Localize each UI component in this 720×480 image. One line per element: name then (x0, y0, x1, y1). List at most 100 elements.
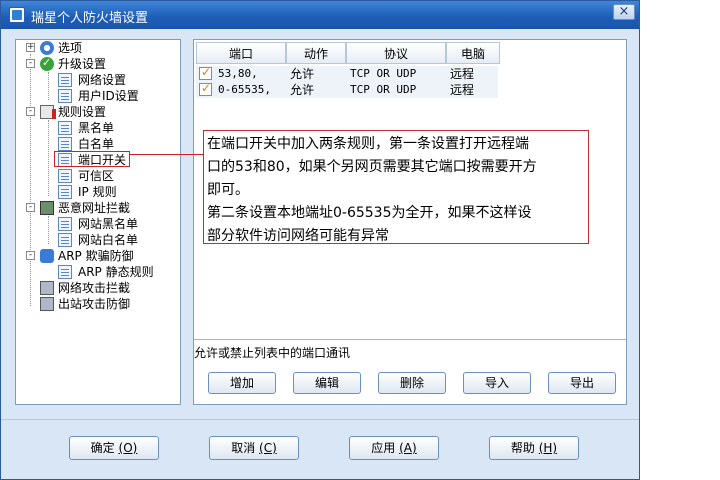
apply-button[interactable]: 应用 (A) (349, 436, 439, 460)
cell-action: 允许 (290, 83, 315, 97)
collapse-minus-icon[interactable]: - (26, 59, 35, 68)
tree-item-malicious-url-block[interactable]: - 恶意网址拦截 (20, 200, 170, 216)
cell-protocol: TCP OR UDP (350, 83, 417, 96)
monitor-icon (40, 201, 54, 215)
page-icon (58, 137, 72, 151)
import-button[interactable]: 导入 (463, 372, 531, 394)
annotation-line: 部分软件访问网络可能有异常 (207, 228, 389, 244)
title-bar[interactable]: 瑞星个人防火墙设置 × (1, 1, 639, 29)
annotation-line: 即可。 (207, 182, 249, 198)
help-accelerator: (H) (538, 441, 558, 455)
footer-separator (1, 419, 639, 420)
tree-item-rule-settings[interactable]: - 规则设置 (20, 104, 170, 120)
row-checkbox[interactable] (199, 65, 212, 80)
network-computer-icon (40, 281, 54, 295)
tree-item-label: 可信区 (78, 169, 115, 183)
tree-item-options[interactable]: + 选项 (20, 40, 170, 56)
arp-icon (40, 249, 54, 263)
page-icon (58, 233, 72, 247)
collapse-minus-icon[interactable]: - (26, 107, 35, 116)
close-button[interactable]: × (613, 4, 635, 20)
cell-computer: 远程 (450, 83, 475, 97)
list-description: 允许或禁止列表中的端口通讯 (194, 346, 351, 360)
annotation-note: 在端口开关中加入两条规则，第一条设置打开远程端 口的53和80，如果个另网页需要… (203, 130, 589, 244)
tree-item-network-attack-block[interactable]: 网络攻击拦截 (20, 280, 170, 296)
page-icon (58, 265, 72, 279)
tree-item-label: 白名单 (78, 137, 115, 151)
tree-item-label: 网站黑名单 (78, 217, 139, 231)
export-button[interactable]: 导出 (548, 372, 616, 394)
page-icon (58, 217, 72, 231)
collapse-minus-icon[interactable]: - (26, 251, 35, 260)
tree-item-trusted-zone[interactable]: 可信区 (20, 168, 170, 184)
tree-item-label: 出站攻击防御 (58, 297, 131, 311)
page-icon (58, 89, 72, 103)
tree-item-label: ARP 静态规则 (78, 265, 154, 279)
annotation-line: 第二条设置本地端址0-65535为全开，如果不这样设 (207, 205, 532, 221)
callout-connector (130, 154, 203, 155)
column-header-computer[interactable]: 电脑 (446, 42, 500, 64)
cell-protocol: TCP OR UDP (350, 67, 417, 80)
tree-item-label: 选项 (58, 41, 83, 55)
add-button[interactable]: 增加 (208, 372, 276, 394)
apply-label: 应用 (371, 441, 396, 455)
tree-item-label: 黑名单 (78, 121, 115, 135)
cancel-button[interactable]: 取消 (C) (209, 436, 299, 460)
page-icon (58, 73, 72, 87)
settings-tree: + 选项 - 升级设置 网络设置 用户ID设置 - 规则设置 黑名单 白名 (15, 39, 181, 405)
tree-item-label: 用户ID设置 (78, 89, 139, 103)
page-icon (58, 121, 72, 135)
help-button[interactable]: 帮助 (H) (489, 436, 579, 460)
tree-item-upgrade-settings[interactable]: - 升级设置 (20, 55, 170, 72)
tree-item-user-id-settings[interactable]: 用户ID设置 (20, 88, 170, 104)
port-switch-highlight (54, 151, 130, 167)
column-header-protocol[interactable]: 协议 (346, 42, 446, 64)
help-label: 帮助 (510, 441, 535, 455)
upgrade-check-icon (40, 55, 54, 71)
rule-icon (40, 105, 56, 119)
network-computer-icon (40, 297, 54, 311)
ok-label: 确定 (90, 441, 115, 455)
cancel-label: 取消 (231, 441, 256, 455)
ok-button[interactable]: 确定 (O) (69, 436, 159, 460)
cell-port: 0-65535, (218, 83, 271, 96)
tree-item-whitelist[interactable]: 白名单 (20, 136, 170, 152)
annotation-line: 口的53和80，如果个另网页需要其它端口按需要开方 (207, 159, 537, 175)
tree-item-label: 升级设置 (58, 57, 107, 71)
row-checkbox[interactable] (199, 81, 212, 96)
tree-item-ip-rules[interactable]: IP 规则 (20, 184, 170, 200)
column-header-action[interactable]: 动作 (286, 42, 346, 64)
tree-item-label: 网络设置 (78, 73, 127, 87)
column-header-port[interactable]: 端口 (196, 42, 286, 64)
tree-item-label: 规则设置 (58, 105, 107, 119)
tree-item-label: ARP 欺骗防御 (58, 249, 134, 263)
annotation-line: 在端口开关中加入两条规则，第一条设置打开远程端 (207, 136, 529, 152)
apply-accelerator: (A) (399, 441, 417, 455)
collapse-minus-icon[interactable]: - (26, 203, 35, 212)
cancel-accelerator: (C) (259, 441, 277, 455)
close-icon: × (618, 4, 630, 19)
tree-item-network-settings[interactable]: 网络设置 (20, 72, 170, 88)
tree-item-arp-static-rules[interactable]: ARP 静态规则 (20, 264, 170, 280)
app-shield-icon (9, 7, 25, 23)
window-title: 瑞星个人防火墙设置 (31, 11, 149, 26)
delete-button[interactable]: 删除 (378, 372, 446, 394)
tree-item-blacklist[interactable]: 黑名单 (20, 120, 170, 136)
tree-item-site-whitelist[interactable]: 网站白名单 (20, 232, 170, 248)
tree-item-outbound-attack-defense[interactable]: 出站攻击防御 (20, 296, 170, 312)
ok-accelerator: (O) (118, 441, 138, 455)
tree-item-arp-defense[interactable]: - ARP 欺骗防御 (20, 248, 170, 264)
expand-plus-icon[interactable]: + (26, 43, 35, 52)
tree-item-label: 网站白名单 (78, 233, 139, 247)
gear-icon (40, 41, 54, 55)
tree-item-label: IP 规则 (78, 185, 117, 199)
cell-port: 53,80, (218, 67, 258, 80)
tree-item-label: 恶意网址拦截 (58, 201, 131, 215)
page-icon (58, 169, 72, 183)
cell-computer: 远程 (450, 67, 475, 81)
page-icon (58, 185, 72, 199)
cell-action: 允许 (290, 67, 315, 81)
edit-button[interactable]: 编辑 (293, 372, 361, 394)
tree-item-site-blacklist[interactable]: 网站黑名单 (20, 216, 170, 232)
tree-item-label: 网络攻击拦截 (58, 281, 131, 295)
